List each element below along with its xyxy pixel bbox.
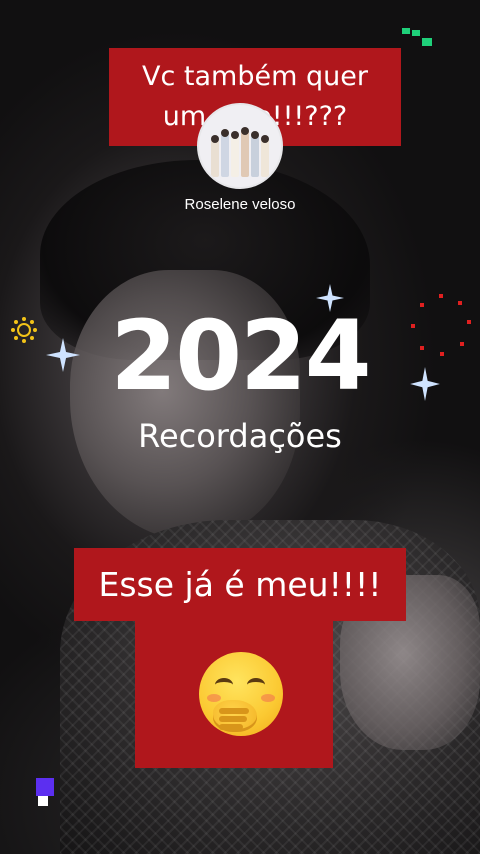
face-with-hand-over-mouth-icon — [199, 652, 283, 736]
username-label[interactable]: Roselene veloso — [140, 196, 340, 213]
headline-year: 2024 — [110, 300, 371, 412]
pixel-decoration-icon — [402, 28, 432, 46]
pixel-decoration-icon — [36, 778, 54, 806]
firework-icon — [11, 317, 37, 343]
firework-icon — [411, 294, 471, 356]
sparkle-icon — [410, 367, 440, 401]
sparkle-icon — [316, 284, 344, 312]
profile-avatar[interactable] — [197, 103, 283, 189]
top-caption-line-1: Vc também quer — [142, 61, 368, 92]
bottom-caption-band: Esse já é meu!!!! — [74, 548, 406, 621]
bottom-emoji-band — [135, 612, 333, 768]
headline-subtitle: Recordações — [138, 417, 342, 455]
bottom-caption: Esse já é meu!!!! — [98, 565, 382, 604]
sparkle-icon — [46, 338, 80, 372]
